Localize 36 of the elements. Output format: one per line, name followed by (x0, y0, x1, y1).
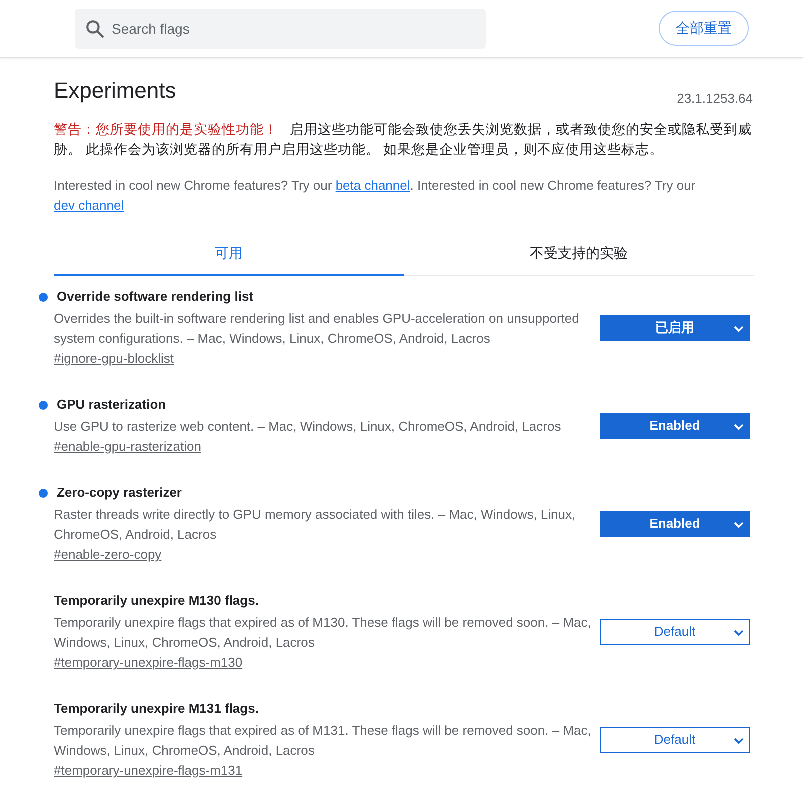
flag-name: Temporarily unexpire M131 flags. (54, 700, 259, 718)
flag-name: GPU rasterization (57, 396, 166, 414)
flag-name: Override software rendering list (57, 288, 254, 306)
search-field[interactable]: Search flags (75, 8, 486, 48)
channel-link[interactable]: beta channel (336, 178, 410, 193)
flag-link[interactable]: #temporary-unexpire-flags-m130 (54, 655, 243, 670)
reset-all-button[interactable]: 全部重置 (659, 11, 749, 46)
page-title: Experiments (54, 77, 176, 105)
channel-link[interactable]: dev channel (54, 198, 124, 212)
chevron-down-icon (734, 522, 744, 528)
flag-dropdown[interactable]: 已启用 (600, 315, 750, 341)
chevron-down-icon (734, 326, 744, 332)
search-icon (86, 20, 104, 38)
tab[interactable]: 可用 (54, 232, 404, 276)
warning-message: 警告：您所要使用的是实验性功能！ 启用这些功能可能会致使您丢失浏览数据，或者致使您的安全或隐私受到威胁。 此操作会为该浏览器的所有用户启用这些功能。 如果您是企业管理员，则不应使用这些标志。 (54, 121, 753, 159)
chevron-down-icon (734, 424, 744, 430)
flag-name: Temporarily unexpire M130 flags. (54, 592, 259, 610)
flag-description: Overrides the built-in software rendering list and enables GPU-acceleration on unsupported system configurations. – Mac, Windows, Linux, ChromeOS, Android, Lacros (54, 310, 580, 348)
flag-description: Temporarily unexpire flags that expired as of M130. These flags will be removed soon. – Mac, Windows, Linux, ChromeOS, Android, Lacros (54, 614, 592, 652)
flag-link[interactable]: #temporary-unexpire-flags-m131 (54, 763, 243, 778)
flag-link[interactable]: #enable-zero-copy (54, 547, 162, 562)
flag-dropdown[interactable]: Enabled (600, 413, 750, 439)
chevron-down-icon (734, 630, 744, 636)
tab[interactable]: 不受支持的实验 (404, 232, 754, 276)
version-number: 23.1.1253.64 (677, 91, 753, 107)
flag-dropdown[interactable]: Default (600, 619, 750, 645)
intro-text: Interested in cool new Chrome features? Try our beta channel. Interested in cool new Chrome features? Try our dev channel (54, 177, 697, 214)
flag-description: Temporarily unexpire flags that expired as of M131. These flags will be removed soon. – Mac, Windows, Linux, ChromeOS, Android, Lacros (54, 722, 592, 760)
flag-description: Use GPU to rasterize web content. – Mac, Windows, Linux, ChromeOS, Android, Lacros (54, 418, 562, 436)
flag-link[interactable]: #enable-gpu-rasterization (54, 439, 202, 454)
flag-name: Zero-copy rasterizer (57, 484, 182, 502)
flag-dropdown[interactable]: Enabled (600, 511, 750, 537)
flag-description: Raster threads write directly to GPU memory associated with tiles. – Mac, Windows, Linux, ChromeOS, Android, Lacros (54, 506, 577, 544)
chevron-down-icon (734, 738, 744, 744)
flag-dropdown[interactable]: Default (600, 727, 750, 753)
flag-link[interactable]: #ignore-gpu-blocklist (54, 351, 174, 366)
